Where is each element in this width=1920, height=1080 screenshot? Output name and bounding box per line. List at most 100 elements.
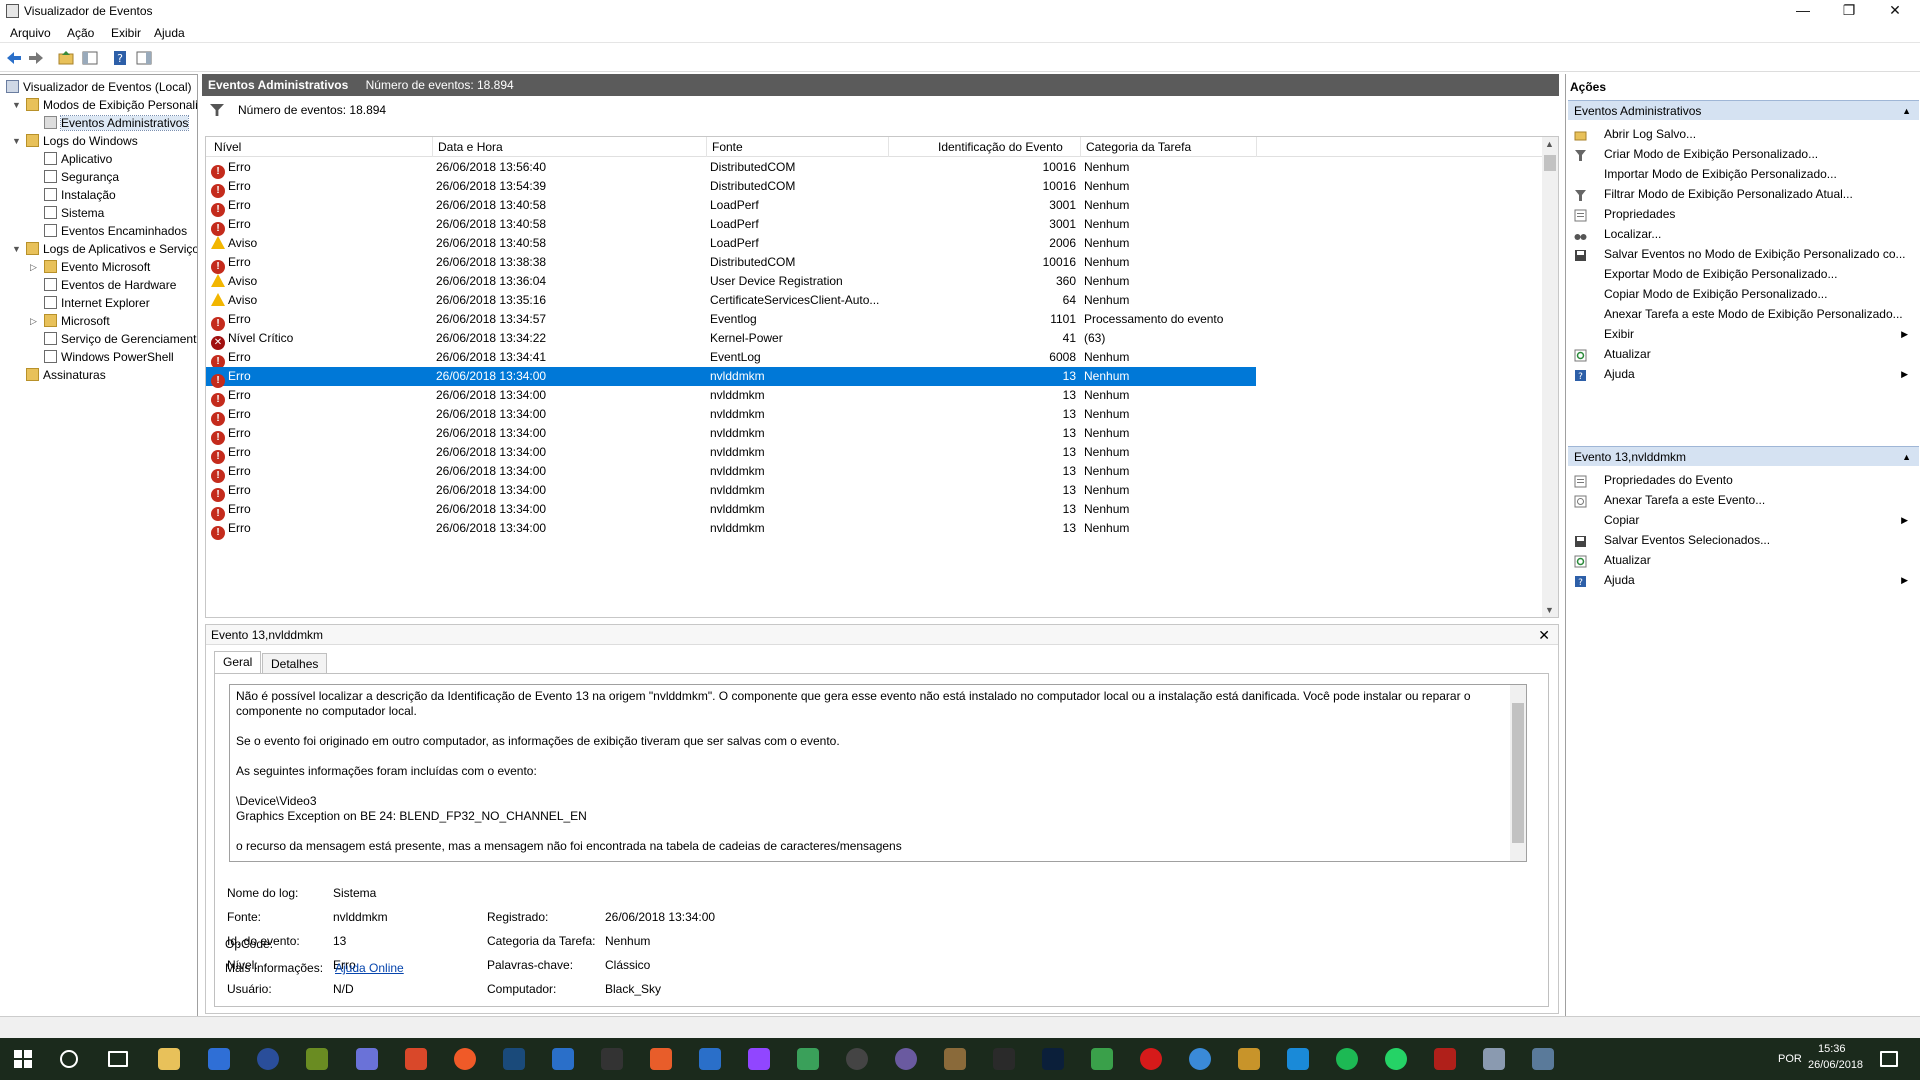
twitch-icon[interactable] <box>748 1048 770 1070</box>
tree-item-local[interactable]: Visualizador de Eventos (Local) <box>6 79 192 96</box>
table-row[interactable]: ! Erro 26/06/2018 13:38:38 DistributedCOM 10… <box>206 253 1256 274</box>
table-row[interactable]: Aviso 26/06/2018 13:36:04 User Device Regi… <box>206 272 1256 291</box>
app-icon[interactable] <box>1532 1048 1554 1070</box>
show-hide-actions-icon[interactable] <box>134 48 154 68</box>
column-separator[interactable] <box>1256 137 1257 157</box>
app-icon[interactable] <box>306 1048 328 1070</box>
app-icon[interactable] <box>1091 1048 1113 1070</box>
action-filtrar-modo-de-exibicao-personalizado-atual[interactable]: Filtrar Modo de Exibição Personalizado A… <box>1574 184 1914 204</box>
app-icon[interactable] <box>1238 1048 1260 1070</box>
action-localizar[interactable]: Localizar... <box>1574 224 1914 244</box>
scroll-down-icon[interactable]: ▼ <box>1545 605 1554 615</box>
clock-time[interactable]: 15:36 <box>1818 1043 1846 1055</box>
table-row[interactable]: ! Erro 26/06/2018 13:34:00 nvlddmkm 13 Nenhum <box>206 481 1256 502</box>
clock-date[interactable]: 26/06/2018 <box>1808 1059 1863 1071</box>
action-exportar-modo-de-exibicao-personalizado[interactable]: Exportar Modo de Exibição Personalizado.… <box>1574 264 1914 284</box>
collapse-icon[interactable]: ▲ <box>1902 447 1911 467</box>
steam-icon[interactable] <box>503 1048 525 1070</box>
action-importar-modo-de-exibicao-personalizado[interactable]: Importar Modo de Exibição Personalizado.… <box>1574 164 1914 184</box>
app-icon[interactable] <box>257 1048 279 1070</box>
app-icon[interactable] <box>895 1048 917 1070</box>
scrollbar-thumb[interactable] <box>1544 155 1556 171</box>
maximize-button[interactable]: ❐ <box>1826 0 1872 22</box>
column-fonte[interactable]: Fonte <box>712 140 743 154</box>
menu-acao[interactable]: Ação <box>67 26 94 40</box>
action-abrir-log-salvo[interactable]: Abrir Log Salvo... <box>1574 124 1914 144</box>
up-folder-icon[interactable] <box>56 48 76 68</box>
app-icon[interactable] <box>650 1048 672 1070</box>
action-atualizar[interactable]: Atualizar <box>1574 344 1914 364</box>
action-copiar[interactable]: Copiar ▶ <box>1574 510 1914 530</box>
collapse-icon[interactable]: ▲ <box>1902 101 1911 121</box>
chrome-icon[interactable] <box>1189 1048 1211 1070</box>
chevron-down-icon[interactable]: ▼ <box>12 97 21 114</box>
description-scrollbar[interactable] <box>1510 685 1526 861</box>
photoshop-icon[interactable] <box>1042 1048 1064 1070</box>
tree-item-aplicativo[interactable]: Aplicativo <box>44 151 112 168</box>
origin-icon[interactable] <box>454 1048 476 1070</box>
tab-detalhes[interactable]: Detalhes <box>262 653 328 673</box>
tree-item-evento-microsoft[interactable]: ▷ Evento Microsoft <box>30 259 150 276</box>
table-row[interactable]: ✕ Nível Crítico 26/06/2018 13:34:22 Kernel-… <box>206 329 1256 350</box>
column-separator[interactable] <box>706 137 707 157</box>
tree-item-sistema[interactable]: Sistema <box>44 205 104 222</box>
column-separator[interactable] <box>888 137 889 157</box>
tree-item-eventos-hardware[interactable]: Eventos de Hardware <box>44 277 176 294</box>
column-categoria[interactable]: Categoria da Tarefa <box>1086 140 1191 154</box>
action-ajuda[interactable]: ? Ajuda ▶ <box>1574 364 1914 384</box>
chevron-right-icon[interactable]: ▷ <box>30 313 37 330</box>
tree-item-app-service-logs[interactable]: ▼ Logs de Aplicativos e Serviço <box>12 241 197 258</box>
store-icon[interactable] <box>208 1048 230 1070</box>
action-criar-modo-de-exibicao-personalizado[interactable]: Criar Modo de Exibição Personalizado... <box>1574 144 1914 164</box>
tree-item-windows-logs[interactable]: ▼ Logs do Windows <box>12 133 138 150</box>
menu-ajuda[interactable]: Ajuda <box>154 26 185 40</box>
scroll-up-icon[interactable]: ▲ <box>1545 139 1554 149</box>
online-help-link[interactable]: Ajuda Online <box>335 961 404 975</box>
tree-item-custom-views[interactable]: ▼ Modos de Exibição Personali <box>12 97 197 114</box>
action-anexar-tarefa-a-este-modo-de-exibicao-personalizado[interactable]: Anexar Tarefa a este Modo de Exibição Pe… <box>1574 304 1914 324</box>
table-row[interactable]: ! Erro 26/06/2018 13:56:40 DistributedCOM 10… <box>206 158 1256 179</box>
battlenet-icon[interactable] <box>552 1048 574 1070</box>
table-row[interactable]: ! Erro 26/06/2018 13:40:58 LoadPerf 3001 Nenh… <box>206 196 1256 217</box>
show-hide-tree-icon[interactable] <box>80 48 100 68</box>
file-explorer-icon[interactable] <box>158 1048 180 1070</box>
app-icon[interactable] <box>846 1048 868 1070</box>
actions-section-admin-events[interactable]: Eventos Administrativos ▲ <box>1568 100 1919 120</box>
table-row[interactable]: ! Erro 26/06/2018 13:34:41 EventLog 6008 Nenh… <box>206 348 1256 369</box>
table-row[interactable]: ! Erro 26/06/2018 13:34:00 nvlddmkm 13 Nenhum <box>206 500 1256 521</box>
close-button[interactable]: ✕ <box>1872 0 1918 22</box>
epic-games-icon[interactable] <box>601 1048 623 1070</box>
menu-arquivo[interactable]: Arquivo <box>10 26 51 40</box>
chevron-down-icon[interactable]: ▼ <box>12 241 21 258</box>
column-separator[interactable] <box>1080 137 1081 157</box>
tree-item-admin-events[interactable]: Eventos Administrativos <box>44 115 190 132</box>
event-viewer-taskbar-icon[interactable] <box>1483 1048 1505 1070</box>
action-exibir[interactable]: Exibir ▶ <box>1574 324 1914 344</box>
discord-icon[interactable] <box>356 1048 378 1070</box>
task-view-icon[interactable] <box>108 1051 128 1067</box>
action-ajuda[interactable]: ? Ajuda ▶ <box>1574 570 1914 590</box>
action-propriedades[interactable]: Propriedades <box>1574 204 1914 224</box>
dota-icon[interactable] <box>1434 1048 1456 1070</box>
language-indicator[interactable]: POR <box>1778 1038 1802 1080</box>
table-row[interactable]: ! Erro 26/06/2018 13:34:00 nvlddmkm 13 Nenhum <box>206 519 1256 540</box>
app-icon[interactable] <box>699 1048 721 1070</box>
table-row[interactable]: ! Erro 26/06/2018 13:34:00 nvlddmkm 13 Nenhum <box>206 424 1256 445</box>
event-list-scrollbar[interactable]: ▲ ▼ <box>1542 137 1558 617</box>
actions-section-event[interactable]: Evento 13,nvlddmkm ▲ <box>1568 446 1919 466</box>
whatsapp-icon[interactable] <box>1385 1048 1407 1070</box>
opera-icon[interactable] <box>1140 1048 1162 1070</box>
notifications-icon[interactable] <box>1880 1051 1898 1067</box>
app-icon[interactable] <box>944 1048 966 1070</box>
app-icon[interactable] <box>405 1048 427 1070</box>
tree-item-seguranca[interactable]: Segurança <box>44 169 119 186</box>
scrollbar-thumb[interactable] <box>1512 703 1524 843</box>
action-anexar-tarefa-a-este-evento[interactable]: Anexar Tarefa a este Evento... <box>1574 490 1914 510</box>
menu-exibir[interactable]: Exibir <box>111 26 141 40</box>
chevron-right-icon[interactable]: ▷ <box>30 259 37 276</box>
app-icon[interactable] <box>797 1048 819 1070</box>
app-icon[interactable] <box>1287 1048 1309 1070</box>
tree-item-powershell[interactable]: Windows PowerShell <box>44 349 174 366</box>
table-row[interactable]: ! Erro 26/06/2018 13:54:39 DistributedCOM 10… <box>206 177 1256 198</box>
close-icon[interactable]: ✕ <box>1538 625 1550 645</box>
